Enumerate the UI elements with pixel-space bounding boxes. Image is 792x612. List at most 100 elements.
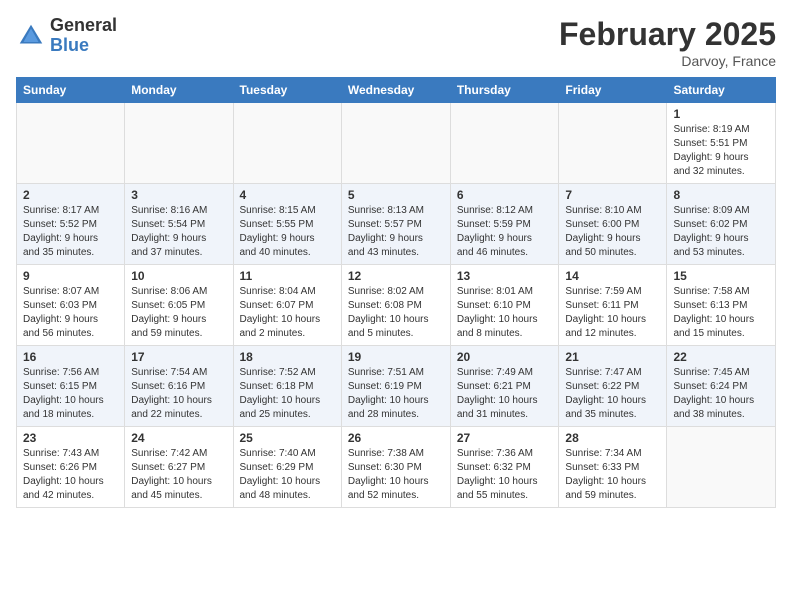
weekday-header-row: SundayMondayTuesdayWednesdayThursdayFrid… — [17, 78, 776, 103]
day-number: 10 — [131, 269, 226, 283]
day-info: Sunrise: 7:45 AM Sunset: 6:24 PM Dayligh… — [673, 366, 769, 422]
page-header: General Blue February 2025 Darvoy, Franc… — [16, 16, 776, 69]
day-number: 20 — [457, 350, 553, 364]
day-info: Sunrise: 7:36 AM Sunset: 6:32 PM Dayligh… — [457, 447, 553, 503]
calendar-day-cell: 7 Sunrise: 8:10 AM Sunset: 6:00 PM Daylig… — [559, 184, 667, 265]
calendar-day-cell — [233, 103, 341, 184]
day-info: Sunrise: 8:06 AM Sunset: 6:05 PM Dayligh… — [131, 285, 226, 341]
day-info: Sunrise: 8:15 AM Sunset: 5:55 PM Dayligh… — [240, 204, 335, 260]
day-info: Sunrise: 7:40 AM Sunset: 6:29 PM Dayligh… — [240, 447, 335, 503]
weekday-header: Wednesday — [341, 78, 450, 103]
day-info: Sunrise: 8:07 AM Sunset: 6:03 PM Dayligh… — [23, 285, 118, 341]
day-info: Sunrise: 8:17 AM Sunset: 5:52 PM Dayligh… — [23, 204, 118, 260]
calendar-day-cell — [17, 103, 125, 184]
weekday-header: Monday — [125, 78, 233, 103]
day-number: 12 — [348, 269, 444, 283]
day-info: Sunrise: 7:43 AM Sunset: 6:26 PM Dayligh… — [23, 447, 118, 503]
calendar-day-cell: 14 Sunrise: 7:59 AM Sunset: 6:11 PM Dayli… — [559, 265, 667, 346]
day-number: 27 — [457, 431, 553, 445]
day-info: Sunrise: 7:52 AM Sunset: 6:18 PM Dayligh… — [240, 366, 335, 422]
day-number: 16 — [23, 350, 118, 364]
day-number: 23 — [23, 431, 118, 445]
title-block: February 2025 Darvoy, France — [559, 16, 776, 69]
calendar-day-cell: 6Sunrise: 8:12 AM Sunset: 5:59 PM Daylig… — [450, 184, 559, 265]
calendar-day-cell — [341, 103, 450, 184]
day-number: 2 — [23, 188, 118, 202]
day-number: 11 — [240, 269, 335, 283]
calendar-day-cell — [559, 103, 667, 184]
day-info: Sunrise: 8:16 AM Sunset: 5:54 PM Dayligh… — [131, 204, 226, 260]
calendar-day-cell: 28Sunrise: 7:34 AM Sunset: 6:33 PM Dayli… — [559, 427, 667, 508]
day-number: 19 — [348, 350, 444, 364]
logo-text: General Blue — [50, 16, 117, 56]
day-info: Sunrise: 7:56 AM Sunset: 6:15 PM Dayligh… — [23, 366, 118, 422]
calendar-day-cell: 8 Sunrise: 8:09 AM Sunset: 6:02 PM Daylig… — [667, 184, 776, 265]
calendar-day-cell: 20 Sunrise: 7:49 AM Sunset: 6:21 PM Dayli… — [450, 346, 559, 427]
calendar-day-cell: 15 Sunrise: 7:58 AM Sunset: 6:13 PM Dayli… — [667, 265, 776, 346]
calendar-day-cell: 23 Sunrise: 7:43 AM Sunset: 6:26 PM Dayli… — [17, 427, 125, 508]
weekday-header: Saturday — [667, 78, 776, 103]
day-info: Sunrise: 8:13 AM Sunset: 5:57 PM Dayligh… — [348, 204, 444, 260]
day-number: 7 — [565, 188, 660, 202]
day-info: Sunrise: 7:58 AM Sunset: 6:13 PM Dayligh… — [673, 285, 769, 341]
calendar-day-cell: 4 Sunrise: 8:15 AM Sunset: 5:55 PM Daylig… — [233, 184, 341, 265]
logo-blue: Blue — [50, 36, 117, 56]
calendar-day-cell: 13 Sunrise: 8:01 AM Sunset: 6:10 PM Dayli… — [450, 265, 559, 346]
calendar-day-cell: 24 Sunrise: 7:42 AM Sunset: 6:27 PM Dayli… — [125, 427, 233, 508]
calendar-day-cell — [450, 103, 559, 184]
day-number: 4 — [240, 188, 335, 202]
logo: General Blue — [16, 16, 117, 56]
calendar-day-cell: 3 Sunrise: 8:16 AM Sunset: 5:54 PM Daylig… — [125, 184, 233, 265]
day-number: 15 — [673, 269, 769, 283]
day-number: 26 — [348, 431, 444, 445]
day-number: 9 — [23, 269, 118, 283]
calendar-day-cell: 19Sunrise: 7:51 AM Sunset: 6:19 PM Dayli… — [341, 346, 450, 427]
day-info: Sunrise: 8:12 AM Sunset: 5:59 PM Dayligh… — [457, 204, 553, 260]
calendar-day-cell: 17 Sunrise: 7:54 AM Sunset: 6:16 PM Dayli… — [125, 346, 233, 427]
day-info: Sunrise: 8:10 AM Sunset: 6:00 PM Dayligh… — [565, 204, 660, 260]
calendar-day-cell: 22Sunrise: 7:45 AM Sunset: 6:24 PM Dayli… — [667, 346, 776, 427]
weekday-header: Friday — [559, 78, 667, 103]
day-info: Sunrise: 8:02 AM Sunset: 6:08 PM Dayligh… — [348, 285, 444, 341]
calendar-week-row: 9 Sunrise: 8:07 AM Sunset: 6:03 PM Daylig… — [17, 265, 776, 346]
calendar-day-cell: 16 Sunrise: 7:56 AM Sunset: 6:15 PM Dayli… — [17, 346, 125, 427]
calendar-day-cell: 27 Sunrise: 7:36 AM Sunset: 6:32 PM Dayli… — [450, 427, 559, 508]
day-info: Sunrise: 8:01 AM Sunset: 6:10 PM Dayligh… — [457, 285, 553, 341]
day-number: 25 — [240, 431, 335, 445]
calendar-week-row: 2 Sunrise: 8:17 AM Sunset: 5:52 PM Daylig… — [17, 184, 776, 265]
day-number: 28 — [565, 431, 660, 445]
day-info: Sunrise: 8:09 AM Sunset: 6:02 PM Dayligh… — [673, 204, 769, 260]
day-number: 3 — [131, 188, 226, 202]
calendar-day-cell: 25 Sunrise: 7:40 AM Sunset: 6:29 PM Dayli… — [233, 427, 341, 508]
day-info: Sunrise: 7:59 AM Sunset: 6:11 PM Dayligh… — [565, 285, 660, 341]
logo-icon — [16, 21, 46, 51]
day-info: Sunrise: 7:38 AM Sunset: 6:30 PM Dayligh… — [348, 447, 444, 503]
weekday-header: Tuesday — [233, 78, 341, 103]
weekday-header: Sunday — [17, 78, 125, 103]
day-number: 18 — [240, 350, 335, 364]
calendar-day-cell: 1 Sunrise: 8:19 AM Sunset: 5:51 PM Daylig… — [667, 103, 776, 184]
calendar-day-cell — [667, 427, 776, 508]
day-number: 14 — [565, 269, 660, 283]
calendar-day-cell: 10 Sunrise: 8:06 AM Sunset: 6:05 PM Dayli… — [125, 265, 233, 346]
day-number: 21 — [565, 350, 660, 364]
day-number: 5 — [348, 188, 444, 202]
day-info: Sunrise: 7:42 AM Sunset: 6:27 PM Dayligh… — [131, 447, 226, 503]
day-info: Sunrise: 8:19 AM Sunset: 5:51 PM Dayligh… — [673, 123, 769, 179]
day-info: Sunrise: 7:54 AM Sunset: 6:16 PM Dayligh… — [131, 366, 226, 422]
calendar-day-cell: 18 Sunrise: 7:52 AM Sunset: 6:18 PM Dayli… — [233, 346, 341, 427]
calendar-day-cell: 9 Sunrise: 8:07 AM Sunset: 6:03 PM Daylig… — [17, 265, 125, 346]
calendar-week-row: 16 Sunrise: 7:56 AM Sunset: 6:15 PM Dayli… — [17, 346, 776, 427]
day-info: Sunrise: 8:04 AM Sunset: 6:07 PM Dayligh… — [240, 285, 335, 341]
day-info: Sunrise: 7:47 AM Sunset: 6:22 PM Dayligh… — [565, 366, 660, 422]
day-number: 1 — [673, 107, 769, 121]
day-number: 17 — [131, 350, 226, 364]
day-number: 13 — [457, 269, 553, 283]
calendar-week-row: 1 Sunrise: 8:19 AM Sunset: 5:51 PM Daylig… — [17, 103, 776, 184]
calendar-day-cell: 2 Sunrise: 8:17 AM Sunset: 5:52 PM Daylig… — [17, 184, 125, 265]
calendar-day-cell: 12 Sunrise: 8:02 AM Sunset: 6:08 PM Dayli… — [341, 265, 450, 346]
day-number: 24 — [131, 431, 226, 445]
day-number: 8 — [673, 188, 769, 202]
calendar-day-cell — [125, 103, 233, 184]
day-info: Sunrise: 7:49 AM Sunset: 6:21 PM Dayligh… — [457, 366, 553, 422]
